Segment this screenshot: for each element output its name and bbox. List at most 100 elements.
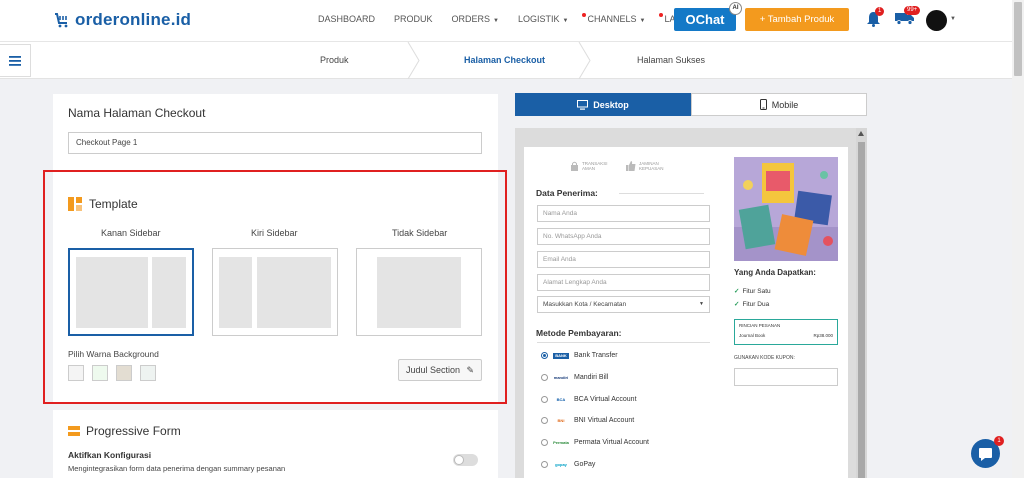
nav-logistik[interactable]: LOGISTIK ▼ [518, 14, 568, 24]
bell-badge: 1 [875, 7, 885, 16]
caret-down-icon: ▼ [562, 18, 569, 24]
nav-label: DASHBOARD [318, 14, 376, 24]
radio-button[interactable] [541, 439, 548, 446]
radio-button[interactable] [541, 461, 548, 468]
chat-badge: 1 [994, 436, 1004, 446]
nav-label: CHANNELS [587, 14, 637, 24]
trust-label: JAMINAN KEPUASAN [639, 161, 664, 171]
radio-button[interactable] [541, 374, 548, 381]
ai-badge: AI [729, 2, 742, 15]
notification-bell[interactable]: 1 [866, 7, 885, 32]
brand-logo[interactable]: orderonline.id [53, 10, 191, 30]
payment-option[interactable]: mandiri Mandiri Bill [541, 374, 608, 381]
progressive-title: Progressive Form [86, 424, 181, 438]
preview-form-column: TRANSAKSI AMAN JAMINAN KEPUASAN Data Pen… [524, 147, 726, 478]
nav-label: PRODUK [394, 14, 433, 24]
scrollbar-thumb[interactable] [858, 142, 865, 478]
page-scrollbar[interactable] [1012, 0, 1024, 478]
breadcrumb-halaman-checkout[interactable]: Halaman Checkout [464, 55, 545, 65]
mandiri-logo-icon: mandiri [553, 374, 569, 380]
progressive-heading: Progressive Form [68, 424, 181, 438]
payment-option[interactable]: BCA BCA Virtual Account [541, 396, 637, 403]
order-item-name: Journal Book [739, 333, 766, 338]
payment-option[interactable]: BANK Bank Transfer [541, 352, 618, 359]
phone-icon [759, 99, 767, 110]
bank-transfer-logo-icon: BANK [553, 352, 569, 359]
radio-button[interactable] [541, 352, 548, 359]
nav-produk[interactable]: PRODUK [394, 14, 433, 24]
template-highlight-frame [43, 170, 507, 404]
bca-logo-icon: BCA [556, 396, 566, 402]
page-name-label: Nama Halaman Checkout [68, 106, 206, 120]
caret-down-icon: ▼ [493, 18, 499, 24]
nama-field[interactable]: Nama Anda [537, 205, 710, 222]
breadcrumb-halaman-sukses[interactable]: Halaman Sukses [637, 55, 705, 65]
payment-label: Mandiri Bill [574, 374, 609, 381]
order-summary-title: RINCIAN PESANAN [739, 323, 781, 328]
tab-desktop[interactable]: Desktop [515, 93, 691, 116]
coupon-label: GUNAKAN KODE KUPON: [734, 355, 795, 361]
order-summary-box: RINCIAN PESANAN Journal Book Rp38.000 [734, 319, 838, 345]
notification-dot [582, 13, 587, 17]
trust-badge: JAMINAN KEPUASAN [626, 161, 669, 171]
breadcrumb: Produk Halaman Checkout Halaman Sukses [0, 42, 1012, 79]
payment-option[interactable]: Permata Permata Virtual Account [541, 439, 649, 446]
radio-button[interactable] [541, 396, 548, 403]
tab-label: Desktop [593, 99, 629, 110]
breadcrumb-chevron-icon [578, 42, 591, 79]
ochat-button[interactable]: OChat AI [674, 2, 742, 31]
preview-scrollbar[interactable] [856, 128, 867, 478]
kota-placeholder: Masukkan Kota / Kecamatan [543, 301, 627, 308]
scrollbar-thumb[interactable] [1014, 2, 1022, 76]
product-books-illustration [734, 157, 838, 261]
payment-option[interactable]: BNI BNI Virtual Account [541, 417, 634, 424]
payment-option[interactable]: gopay GoPay [541, 461, 595, 468]
whatsapp-field[interactable]: No. WhatsApp Anda [537, 228, 710, 245]
shipping-button[interactable]: 99+ [895, 6, 921, 30]
order-line: Journal Book Rp38.000 [739, 333, 833, 338]
yang-didapatkan-heading: Yang Anda Dapatkan: [734, 268, 816, 277]
sidebar-toggle-button[interactable] [0, 44, 31, 77]
ochat-label: OChat [685, 12, 725, 27]
nav-channels[interactable]: CHANNELS ▼ [582, 13, 646, 24]
caret-down-icon: ▼ [639, 18, 646, 24]
lock-icon [571, 161, 578, 171]
coupon-input[interactable] [734, 368, 838, 386]
brand-name: orderonline.id [75, 10, 192, 29]
nav-orders[interactable]: ORDERS ▼ [452, 14, 499, 24]
progressive-toggle[interactable] [453, 454, 478, 466]
caret-down-icon[interactable]: ▼ [950, 16, 956, 22]
payment-label: GoPay [574, 461, 596, 468]
chat-launcher[interactable]: 1 [971, 436, 1004, 468]
penerima-heading: Data Penerima: [536, 188, 598, 198]
hamburger-icon [9, 55, 21, 66]
breadcrumb-chevron-icon [407, 42, 420, 79]
gopay-logo-icon: gopay [555, 461, 567, 467]
payment-label: BNI Virtual Account [574, 417, 635, 424]
feature-item: ✓ Fitur Satu [734, 287, 771, 296]
caret-down-icon: ▼ [699, 301, 704, 307]
radio-button[interactable] [541, 417, 548, 424]
tab-mobile[interactable]: Mobile [691, 93, 867, 116]
permata-logo-icon: Permata [553, 439, 569, 445]
thumbs-up-icon [626, 161, 636, 171]
nav-label: LOGISTIK [518, 14, 560, 24]
nav-label: ORDERS [451, 14, 491, 24]
email-field[interactable]: Email Anda [537, 251, 710, 268]
tambah-produk-button[interactable]: + Tambah Produk [745, 8, 849, 31]
feature-label: Fitur Dua [742, 300, 770, 308]
feature-label: Fitur Satu [742, 287, 771, 295]
scroll-up-icon[interactable] [858, 131, 864, 136]
progressive-description: Mengintegrasikan form data penerima deng… [68, 464, 286, 473]
check-icon: ✓ [734, 288, 740, 295]
nav-dashboard[interactable]: DASHBOARD [318, 14, 375, 24]
kota-select[interactable]: Masukkan Kota / Kecamatan ▼ [537, 296, 710, 313]
payment-label: Permata Virtual Account [574, 439, 649, 446]
page-name-input[interactable]: Checkout Page 1 [68, 132, 482, 154]
alamat-field[interactable]: Alamat Lengkap Anda [537, 274, 710, 291]
user-avatar[interactable] [926, 10, 947, 31]
top-navbar: orderonline.id DASHBOARD PRODUK ORDERS ▼ … [0, 0, 1012, 42]
check-icon: ✓ [734, 301, 740, 308]
breadcrumb-produk[interactable]: Produk [320, 55, 349, 65]
form-icon [68, 426, 80, 436]
